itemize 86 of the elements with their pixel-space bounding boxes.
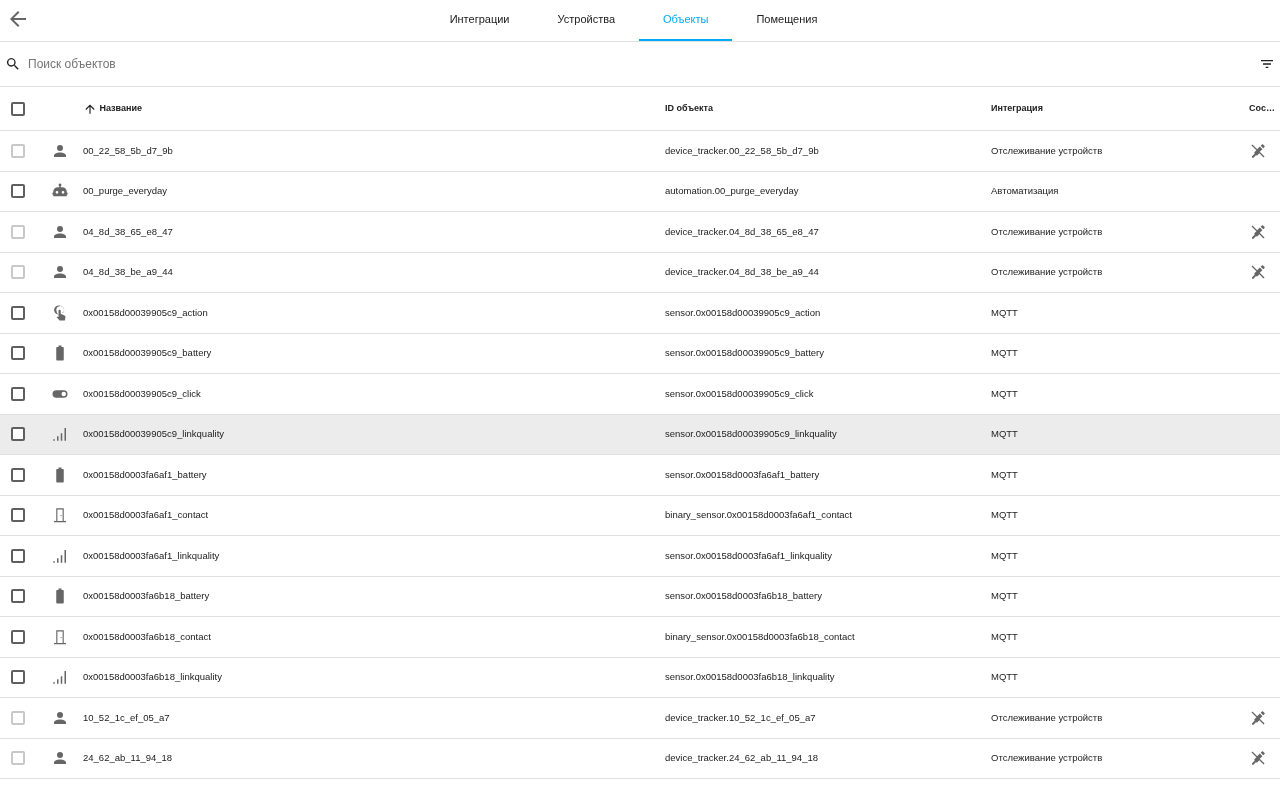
table-row[interactable]: 0x00158d0003fa6af1_contact binary_sensor.0x00158d0003fa6af1_contact MQTT xyxy=(0,495,1280,536)
integration-name: MQTT xyxy=(991,387,1018,399)
table-row[interactable]: 0x00158d0003fa6b18_battery sensor.0x00158d0003fa6b18_battery MQTT xyxy=(0,576,1280,617)
row-checkbox[interactable] xyxy=(11,386,25,401)
signal-icon xyxy=(50,425,69,444)
integration-name: MQTT xyxy=(991,306,1018,318)
table-row[interactable]: 0x00158d00039905c9_action sensor.0x00158d00039905c9_action MQTT xyxy=(0,293,1280,334)
integration-name: Автоматизация xyxy=(991,185,1059,197)
entity-id: automation.00_purge_everyday xyxy=(665,185,799,197)
entity-name: 0x00158d0003fa6b18_battery xyxy=(83,590,210,602)
row-checkbox[interactable] xyxy=(11,346,25,361)
table-row[interactable]: 0x00158d00039905c9_linkquality sensor.0x00158d00039905c9_linkquality MQTT xyxy=(0,414,1280,455)
row-checkbox[interactable] xyxy=(11,508,25,523)
entity-id: sensor.0x00158d0003fa6b18_battery xyxy=(665,590,822,602)
table-row[interactable]: 04_8d_38_be_a9_44 device_tracker.04_8d_38_be_a9_44 Отслеживание устройств xyxy=(0,252,1280,293)
table-row[interactable]: 0x00158d0003fa6af1_battery sensor.0x00158d0003fa6af1_battery MQTT xyxy=(0,455,1280,496)
entity-id: device_tracker.00_22_58_5b_d7_9b xyxy=(665,144,819,156)
column-header[interactable]: Интеграция xyxy=(991,101,1043,116)
entity-name: 04_8d_38_be_a9_44 xyxy=(83,266,173,278)
entity-name: 0x00158d00039905c9_action xyxy=(83,306,208,318)
select-all-checkbox[interactable] xyxy=(11,101,25,116)
entity-id: sensor.0x00158d00039905c9_action xyxy=(665,306,821,318)
integration-name: MQTT xyxy=(991,549,1018,561)
row-checkbox[interactable] xyxy=(11,548,25,563)
table-row[interactable]: 00_purge_everyday automation.00_purge_everyday Автоматизация xyxy=(0,171,1280,212)
integration-name: Отслеживание устройств xyxy=(991,711,1103,723)
integration-name: MQTT xyxy=(991,590,1018,602)
integration-name: MQTT xyxy=(991,428,1018,440)
entity-name: 0x00158d00039905c9_battery xyxy=(83,347,212,359)
tab[interactable]: Интеграции xyxy=(425,0,534,41)
integration-name: MQTT xyxy=(991,347,1018,359)
integration-name: Отслеживание устройств xyxy=(991,144,1103,156)
entity-id: binary_sensor.0x00158d0003fa6b18_contact xyxy=(665,630,855,642)
entity-name: 04_8d_38_65_e8_47 xyxy=(83,225,173,237)
entity-id: sensor.0x00158d0003fa6b18_linkquality xyxy=(665,671,835,683)
integration-name: MQTT xyxy=(991,509,1018,521)
row-checkbox[interactable] xyxy=(11,184,25,199)
tab[interactable]: Устройства xyxy=(533,0,640,41)
search-icon xyxy=(5,56,21,72)
entity-id: sensor.0x00158d0003fa6af1_battery xyxy=(665,468,820,480)
entity-id: binary_sensor.0x00158d0003fa6af1_contact xyxy=(665,509,852,521)
entity-id: sensor.0x00158d00039905c9_battery xyxy=(665,347,824,359)
entity-name: 0x00158d0003fa6af1_linkquality xyxy=(83,549,220,561)
table-row[interactable]: 00_22_58_5b_d7_9b device_tracker.00_22_58_5b_d7_9b Отслеживание устройств xyxy=(0,131,1280,172)
integration-name: Отслеживание устройств xyxy=(991,266,1103,278)
signal-icon xyxy=(50,668,69,687)
entity-id: sensor.0x00158d00039905c9_linkquality xyxy=(665,428,837,440)
table-row[interactable]: 10_52_1c_ef_05_a7 device_tracker.10_52_1c_ef_05_a7 Отслеживание устройств xyxy=(0,698,1280,739)
column-header[interactable]: Название xyxy=(99,101,142,116)
integration-name: MQTT xyxy=(991,630,1018,642)
entity-name: 0x00158d0003fa6b18_contact xyxy=(83,630,211,642)
entity-name: 0x00158d0003fa6af1_battery xyxy=(83,468,207,480)
entity-name: 00_22_58_5b_d7_9b xyxy=(83,144,173,156)
entity-name: 0x00158d0003fa6b18_linkquality xyxy=(83,671,222,683)
entity-name: 0x00158d00039905c9_linkquality xyxy=(83,428,225,440)
integration-name: MQTT xyxy=(991,468,1018,480)
table-row[interactable]: 0x00158d00039905c9_click sensor.0x00158d00039905c9_click MQTT xyxy=(0,374,1280,415)
entity-id: sensor.0x00158d00039905c9_click xyxy=(665,387,814,399)
table-row[interactable]: 0x00158d0003fa6b18_contact binary_sensor.0x00158d0003fa6b18_contact MQTT xyxy=(0,617,1280,658)
entity-name: 00_purge_everyday xyxy=(83,185,167,197)
table-row[interactable]: 24_62_ab_11_94_18 device_tracker.24_62_ab_11_94_18 Отслеживание устройств xyxy=(0,738,1280,779)
entity-id: sensor.0x00158d0003fa6af1_linkquality xyxy=(665,549,832,561)
row-checkbox[interactable] xyxy=(11,305,25,320)
row-checkbox[interactable] xyxy=(11,427,25,442)
entity-id: device_tracker.24_62_ab_11_94_18 xyxy=(665,752,818,764)
integration-name: Отслеживание устройств xyxy=(991,752,1103,764)
entity-id: device_tracker.04_8d_38_65_e8_47 xyxy=(665,225,819,237)
entity-name: 10_52_1c_ef_05_a7 xyxy=(83,711,170,723)
row-checkbox[interactable] xyxy=(11,670,25,685)
entity-id: device_tracker.04_8d_38_be_a9_44 xyxy=(665,266,819,278)
integration-name: MQTT xyxy=(991,671,1018,683)
row-checkbox[interactable] xyxy=(11,467,25,482)
column-header[interactable]: ID объекта xyxy=(665,101,713,116)
entity-name: 24_62_ab_11_94_18 xyxy=(83,752,173,764)
column-header[interactable]: Сос… xyxy=(1249,101,1275,116)
table-row[interactable]: 0x00158d0003fa6af1_linkquality sensor.0x00158d0003fa6af1_linkquality MQTT xyxy=(0,536,1280,577)
row-checkbox[interactable] xyxy=(11,589,25,604)
row-checkbox[interactable] xyxy=(11,629,25,644)
table-row[interactable]: 04_8d_38_65_e8_47 device_tracker.04_8d_38_65_e8_47 Отслеживание устройств xyxy=(0,212,1280,253)
tab[interactable]: Помещения xyxy=(732,0,842,41)
integration-name: Отслеживание устройств xyxy=(991,225,1103,237)
entity-id: device_tracker.10_52_1c_ef_05_a7 xyxy=(665,711,816,723)
entity-name: 0x00158d0003fa6af1_contact xyxy=(83,509,209,521)
table-row[interactable]: 0x00158d00039905c9_battery sensor.0x00158d00039905c9_battery MQTT xyxy=(0,333,1280,374)
entity-name: 0x00158d00039905c9_click xyxy=(83,387,201,399)
table-row[interactable]: 0x00158d0003fa6b18_linkquality sensor.0x00158d0003fa6b18_linkquality MQTT xyxy=(0,657,1280,698)
